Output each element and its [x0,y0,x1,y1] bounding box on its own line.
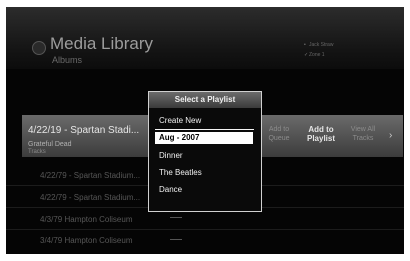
view-all-tracks-button[interactable]: View All Tracks [348,125,378,143]
playlist-item-aug-2007[interactable]: Aug - 2007 [155,132,253,144]
view-all-tracks-label-2: Tracks [352,135,374,142]
option-zone[interactable]: ✓Zone 1 [304,52,325,58]
view-all-tracks-label-1: View All [350,126,376,133]
chevron-right-icon[interactable]: › [389,130,392,141]
scroll-indicator [170,239,182,240]
add-to-queue-button[interactable]: Add to Queue [264,125,294,143]
divider [6,229,404,230]
add-to-playlist-label-2: Playlist [306,134,335,143]
option-label: Jack Straw [309,42,334,48]
list-item[interactable]: 4/3/79 Hampton Coliseum [40,215,133,224]
page-title: Media Library [50,34,153,53]
selected-album-title: 4/22/19 - Spartan Stadi... [28,125,140,136]
playlist-item-dance[interactable]: Dance [159,185,182,194]
scroll-indicator [170,217,182,218]
header-bar: Media Library Albums • Jack Straw ✓Zone 1 [6,7,404,69]
divider [155,129,254,130]
playlist-item-the-beatles[interactable]: The Beatles [159,168,202,177]
selected-album-tracks: Tracks [28,149,46,155]
media-library-icon [32,41,46,55]
add-to-playlist-label-1: Add to [308,125,334,134]
option-jack-straw[interactable]: • Jack Straw [304,42,333,48]
selected-album-artist: Grateful Dead [28,141,72,148]
playlist-item-dinner[interactable]: Dinner [159,151,183,160]
add-to-playlist-button[interactable]: Add to Playlist [306,125,336,143]
media-library-screen: Media Library Albums • Jack Straw ✓Zone 1… [6,7,404,254]
playlist-item-create-new[interactable]: Create New [159,116,201,125]
dialog-title: Select a Playlist [149,92,261,108]
list-item[interactable]: 4/22/79 - Spartan Stadium... [40,193,140,202]
option-label: Zone 1 [309,52,325,58]
list-item[interactable]: 3/4/79 Hampton Coliseum [40,236,133,245]
page-subtitle: Albums [52,55,83,65]
add-to-queue-label-2: Queue [268,135,290,142]
list-item[interactable]: 4/22/79 - Spartan Stadium... [40,171,140,180]
add-to-queue-label-1: Add to [268,126,290,133]
select-playlist-dialog: Select a Playlist Create New Aug - 2007 … [148,91,262,212]
